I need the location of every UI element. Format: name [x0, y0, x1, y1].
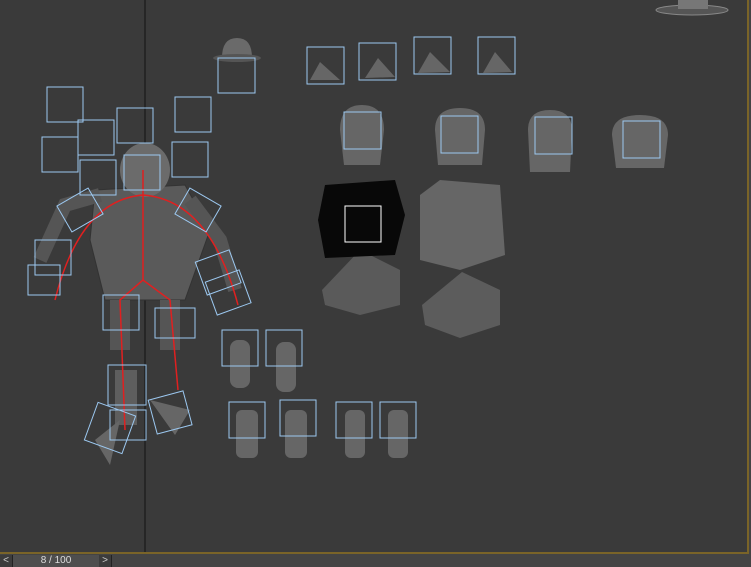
hat-mesh-top-right [655, 0, 729, 16]
scene [27, 0, 729, 552]
hat-mesh [213, 38, 261, 94]
character-rig [27, 86, 252, 465]
time-slider[interactable]: 8 / 100 [13, 555, 99, 567]
next-frame-button[interactable]: > [99, 555, 112, 567]
time-slider-bar: < 8 / 100 > [0, 555, 751, 567]
perspective-viewport[interactable] [0, 0, 749, 554]
detached-parts [221, 36, 668, 458]
previous-frame-button[interactable]: < [0, 555, 13, 567]
